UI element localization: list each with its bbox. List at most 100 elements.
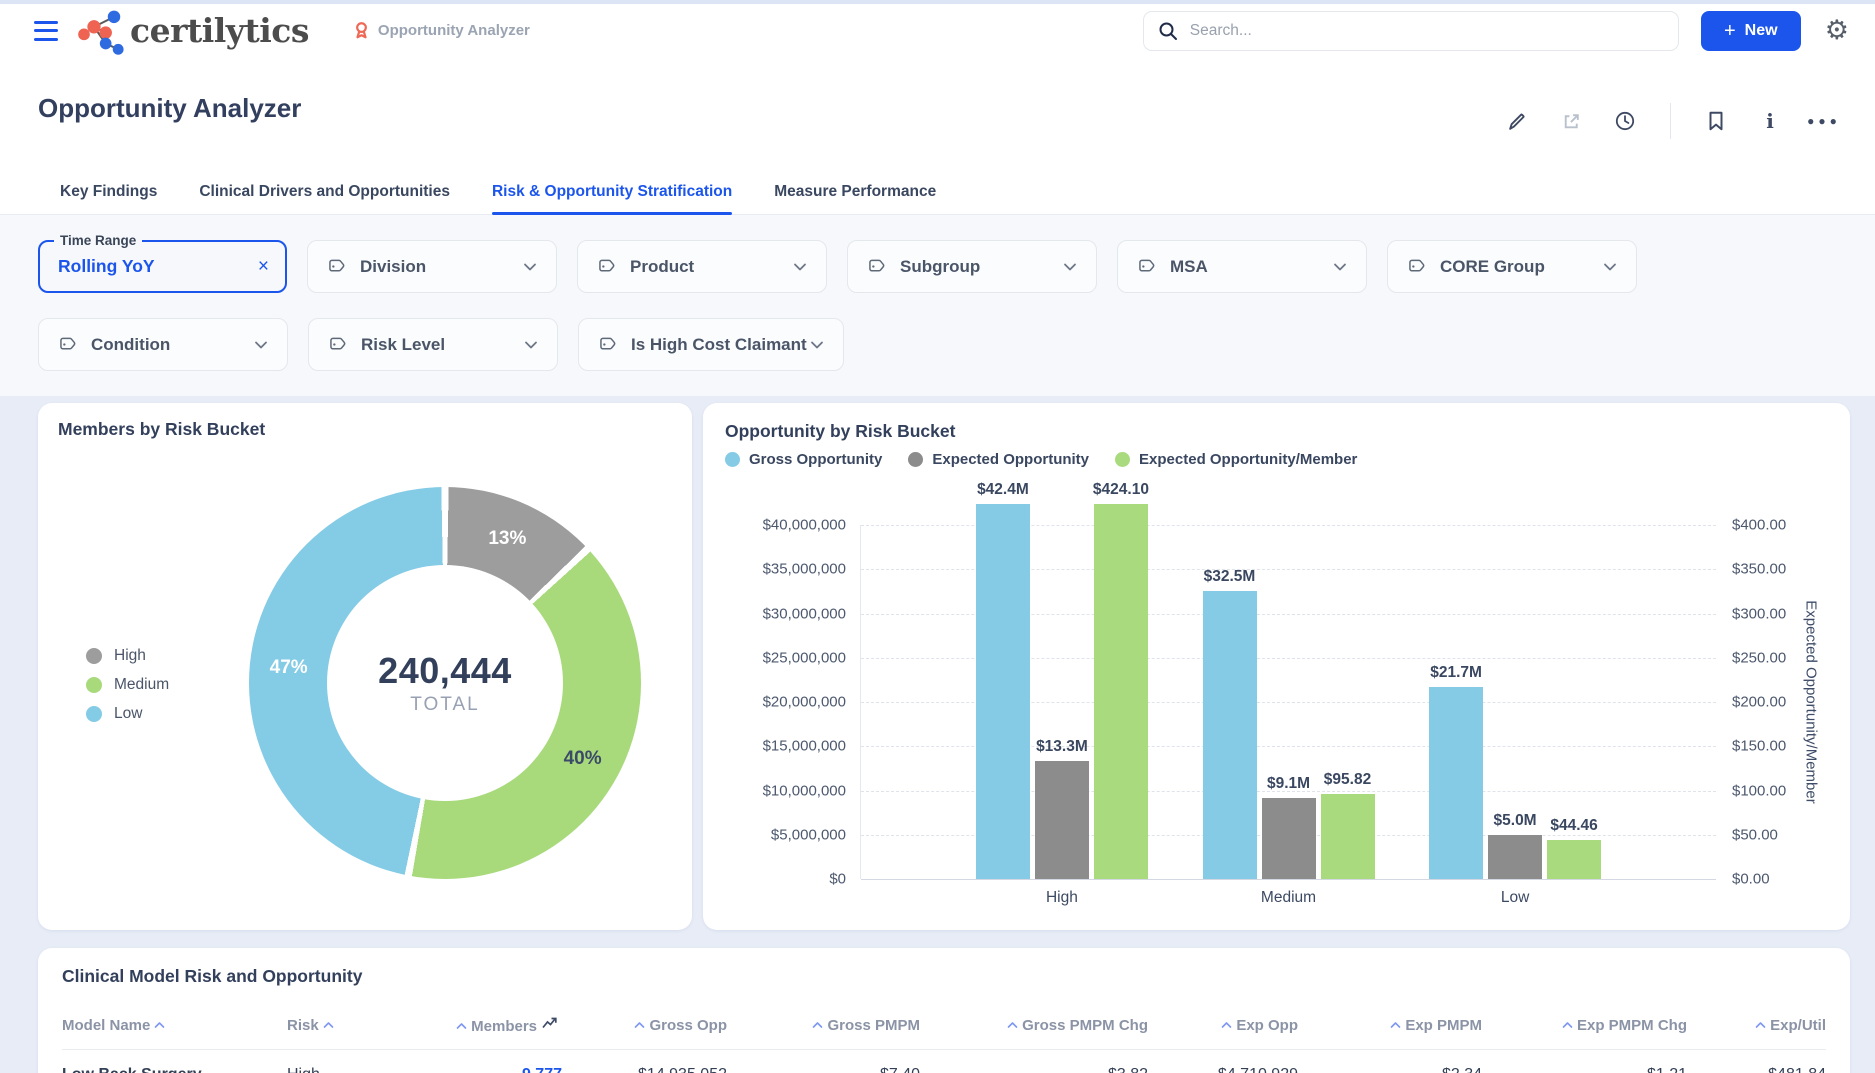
divider bbox=[1670, 103, 1671, 139]
bar-rect bbox=[1262, 798, 1316, 879]
sort-caret-icon[interactable] bbox=[1562, 1021, 1573, 1029]
filter-label: MSA bbox=[1170, 257, 1208, 277]
column-header-gross-opp[interactable]: Gross Opp bbox=[562, 1003, 727, 1050]
filter-division[interactable]: Division bbox=[307, 240, 557, 293]
tab-key-findings[interactable]: Key Findings bbox=[60, 183, 157, 214]
sort-caret-icon[interactable] bbox=[1007, 1021, 1018, 1029]
column-header-exp-pmpm[interactable]: Exp PMPM bbox=[1298, 1003, 1482, 1050]
column-header-exp-pmpm-chg[interactable]: Exp PMPM Chg bbox=[1482, 1003, 1687, 1050]
legend-item-expected-opportunity-member[interactable]: Expected Opportunity/Member bbox=[1115, 451, 1357, 468]
tag-icon bbox=[326, 256, 347, 277]
column-header-exp-util[interactable]: Exp/Util bbox=[1687, 1003, 1826, 1050]
bar-expected-opportunity-member-medium[interactable]: $95.82 bbox=[1321, 771, 1375, 879]
bar-expected-opportunity-member-high[interactable]: $424.10 bbox=[1094, 481, 1148, 879]
right-tick: $150.00 bbox=[1732, 738, 1786, 755]
sort-caret-icon[interactable] bbox=[323, 1021, 334, 1029]
breadcrumb[interactable]: Opportunity Analyzer bbox=[353, 21, 530, 40]
time-range-label: Time Range bbox=[54, 233, 142, 248]
bar-expected-opportunity-low[interactable]: $5.0M bbox=[1488, 812, 1542, 879]
bar-expected-opportunity-member-low[interactable]: $44.46 bbox=[1547, 817, 1601, 879]
history-icon[interactable] bbox=[1614, 110, 1636, 132]
sort-caret-icon[interactable] bbox=[1221, 1021, 1232, 1029]
column-header-members[interactable]: Members bbox=[417, 1003, 562, 1050]
legend-item-high[interactable]: High bbox=[86, 641, 169, 670]
title-actions: i ●●● bbox=[1506, 103, 1835, 139]
bar-value-label: $21.7M bbox=[1430, 664, 1482, 682]
column-header-model-name[interactable]: Model Name bbox=[62, 1003, 287, 1050]
search-input[interactable] bbox=[1188, 21, 1664, 41]
sort-caret-icon[interactable] bbox=[456, 1022, 467, 1030]
column-header-exp-opp[interactable]: Exp Opp bbox=[1148, 1003, 1298, 1050]
sort-caret-icon[interactable] bbox=[812, 1021, 823, 1029]
info-icon[interactable]: i bbox=[1759, 110, 1781, 132]
sort-caret-icon[interactable] bbox=[634, 1021, 645, 1029]
trend-arrow-icon[interactable] bbox=[541, 1015, 558, 1030]
left-tick: $15,000,000 bbox=[703, 738, 846, 755]
bar-group-high: $42.4M$13.3M $424.10 bbox=[976, 481, 1148, 879]
filter-label: Condition bbox=[91, 335, 170, 355]
app-header: certilytics Opportunity Analyzer + New ⚙ bbox=[0, 4, 1875, 57]
clinical-model-table-card: Clinical Model Risk and Opportunity Mode… bbox=[38, 948, 1850, 1073]
logo-network-icon bbox=[74, 6, 124, 56]
sort-caret-icon[interactable] bbox=[1755, 1021, 1766, 1029]
plus-icon: + bbox=[1724, 21, 1736, 41]
legend-item-gross-opportunity[interactable]: Gross Opportunity bbox=[725, 451, 882, 468]
column-header-risk[interactable]: Risk bbox=[287, 1003, 417, 1050]
menu-icon[interactable] bbox=[34, 21, 58, 41]
table-row: Low Back SurgeryHigh9,777$14,935,052$7.4… bbox=[62, 1050, 1826, 1073]
filter-core-group[interactable]: CORE Group bbox=[1387, 240, 1637, 293]
legend-item-medium[interactable]: Medium bbox=[86, 670, 169, 699]
tab-risk-opportunity-stratification[interactable]: Risk & Opportunity Stratification bbox=[492, 183, 732, 214]
tab-clinical-drivers-and-opportunities[interactable]: Clinical Drivers and Opportunities bbox=[199, 183, 450, 214]
cell-gross-pmpm: $7.40 bbox=[727, 1050, 920, 1073]
left-tick: $5,000,000 bbox=[703, 826, 846, 843]
app-logo[interactable]: certilytics bbox=[74, 6, 309, 56]
left-tick: $20,000,000 bbox=[703, 694, 846, 711]
ellipsis-icon[interactable]: ●●● bbox=[1813, 110, 1835, 132]
bar-value-label: $424.10 bbox=[1093, 481, 1149, 499]
close-icon[interactable]: × bbox=[258, 256, 269, 278]
external-link-icon[interactable] bbox=[1560, 110, 1582, 132]
cell-members[interactable]: 9,777 bbox=[417, 1050, 562, 1073]
bar-value-label: $32.5M bbox=[1204, 568, 1256, 586]
bookmark-icon[interactable] bbox=[1705, 110, 1727, 132]
filter-risk-level[interactable]: Risk Level bbox=[308, 318, 558, 371]
filter-subgroup[interactable]: Subgroup bbox=[847, 240, 1097, 293]
filter-label: Division bbox=[360, 257, 426, 277]
filter-msa[interactable]: MSA bbox=[1117, 240, 1367, 293]
bar-gross-opportunity-low[interactable]: $21.7M bbox=[1429, 664, 1483, 879]
sort-caret-icon[interactable] bbox=[154, 1021, 165, 1029]
tag-icon bbox=[597, 334, 618, 355]
column-header-gross-pmpm[interactable]: Gross PMPM bbox=[727, 1003, 920, 1050]
sort-caret-icon[interactable] bbox=[1390, 1021, 1401, 1029]
bar-rect bbox=[1429, 687, 1483, 879]
bar-gross-opportunity-medium[interactable]: $32.5M bbox=[1203, 568, 1257, 879]
cell-risk: High bbox=[287, 1050, 417, 1073]
brand-name: certilytics bbox=[130, 11, 309, 50]
gear-icon[interactable]: ⚙ bbox=[1825, 17, 1849, 44]
column-header-gross-pmpm-chg[interactable]: Gross PMPM Chg bbox=[920, 1003, 1148, 1050]
time-range-filter[interactable]: Time Range Rolling YoY × bbox=[38, 240, 287, 293]
time-range-value: Rolling YoY bbox=[58, 256, 155, 277]
search-box[interactable] bbox=[1143, 11, 1679, 51]
bar-expected-opportunity-medium[interactable]: $9.1M bbox=[1262, 775, 1316, 879]
bar-expected-opportunity-high[interactable]: $13.3M bbox=[1035, 738, 1089, 879]
members-link[interactable]: 9,777 bbox=[522, 1066, 562, 1073]
legend-label: Expected Opportunity bbox=[932, 451, 1089, 468]
opportunity-analyzer-page: certilytics Opportunity Analyzer + New ⚙ bbox=[0, 0, 1875, 1073]
donut-chart-title: Members by Risk Bucket bbox=[58, 419, 265, 440]
legend-item-expected-opportunity[interactable]: Expected Opportunity bbox=[908, 451, 1089, 468]
filter-is-high-cost-claimant[interactable]: Is High Cost Claimant bbox=[578, 318, 844, 371]
bar-rect bbox=[976, 504, 1030, 879]
category-label-medium: Medium bbox=[1261, 889, 1316, 907]
legend-label: Expected Opportunity/Member bbox=[1139, 451, 1357, 468]
right-tick: $400.00 bbox=[1732, 517, 1786, 534]
new-button[interactable]: + New bbox=[1701, 11, 1801, 51]
breadcrumb-label: Opportunity Analyzer bbox=[378, 22, 530, 39]
edit-icon[interactable] bbox=[1506, 110, 1528, 132]
bar-gross-opportunity-high[interactable]: $42.4M bbox=[976, 481, 1030, 879]
filter-condition[interactable]: Condition bbox=[38, 318, 288, 371]
filter-product[interactable]: Product bbox=[577, 240, 827, 293]
legend-item-low[interactable]: Low bbox=[86, 699, 169, 728]
tab-measure-performance[interactable]: Measure Performance bbox=[774, 183, 936, 214]
